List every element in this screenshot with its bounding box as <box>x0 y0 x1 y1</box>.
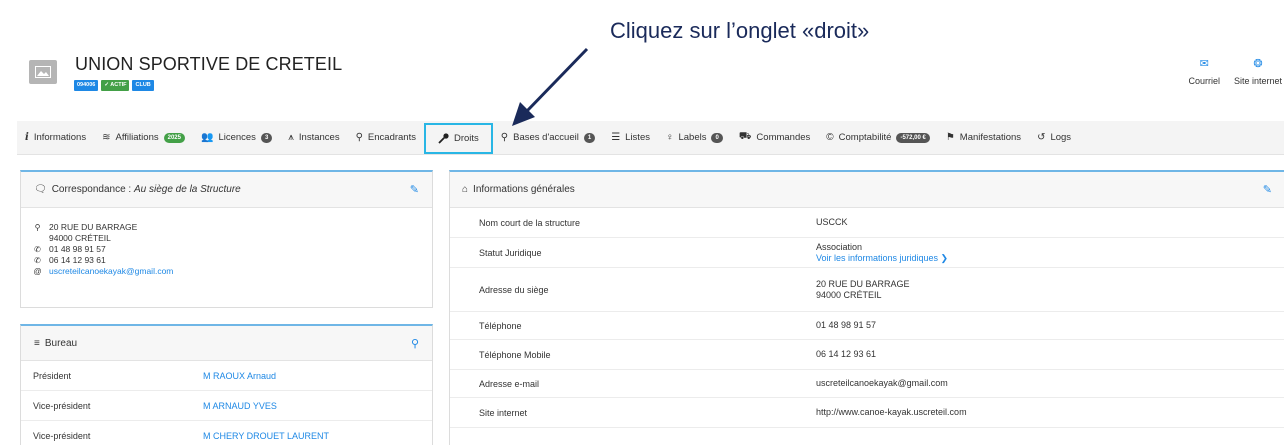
count-badge: 3 <box>260 132 273 143</box>
tab-bar: i Informations ≋ Affiliations 2025 👥 Lic… <box>17 121 1284 155</box>
bureau-panel: ≡ Bureau ⚲ Président M RAOUX Arnaud Vice… <box>20 324 433 445</box>
general-info-title: Informations générales <box>473 184 575 195</box>
map-pin-icon: ⚲ <box>500 132 509 143</box>
location-icon: ⚲ <box>34 223 41 232</box>
bureau-title: Bureau <box>44 337 78 349</box>
table-row: Nom court de la structure USCCK <box>450 208 1284 238</box>
cart-icon: ⛟ <box>738 131 752 142</box>
count-badge: -572,00 € <box>896 132 930 143</box>
table-row: Adresse e-mail uscreteilcanoekayak@gmail… <box>450 370 1284 398</box>
chat-icon: 🗨 <box>34 184 47 195</box>
status-badge: ✓ ACTIF <box>101 80 130 91</box>
email-action-button[interactable]: ✉ Courriel <box>1188 58 1220 86</box>
copyright-icon: © <box>826 132 834 143</box>
label-pin-icon: ♀ <box>665 132 674 143</box>
count-badge: 0 <box>711 132 723 143</box>
page-header: UNION SPORTIVE DE CRETEIL 094006 ✓ ACTIF… <box>0 0 1284 112</box>
layers-icon: ≋ <box>102 132 111 143</box>
type-badge: CLUB <box>132 80 154 91</box>
table-row: Adresse du siège 20 RUE DU BARRAGE 94000… <box>450 268 1284 312</box>
flag-icon: ⚑ <box>945 132 955 143</box>
table-row: Vice-président M ARNAUD YVES <box>21 391 432 421</box>
address-row: ⚲ 20 RUE DU BARRAGE 94000 CRÉTEIL <box>34 222 138 243</box>
users-icon: 👥 <box>200 132 214 143</box>
table-row: Vice-président M CHERY DROUET LAURENT <box>21 421 432 445</box>
key-icon <box>438 132 449 144</box>
tab-licences[interactable]: 👥 Licences 3 <box>193 121 280 155</box>
tab-commandes[interactable]: ⛟ Commandes <box>731 121 818 155</box>
tab-comptabilite[interactable]: © Comptabilité -572,00 € <box>818 121 938 155</box>
tab-labels[interactable]: ♀ Labels 0 <box>658 121 731 155</box>
page-title: UNION SPORTIVE DE CRETEIL <box>75 54 343 74</box>
tab-logs[interactable]: ↺ Logs <box>1029 121 1079 155</box>
info-icon: i <box>25 132 29 143</box>
tab-instances[interactable]: ⩚ Instances <box>280 121 347 155</box>
envelope-icon: ✉ <box>1199 58 1209 70</box>
phone-row: ✆ 01 48 98 91 57 <box>34 244 106 254</box>
tab-droits[interactable]: Droits <box>423 122 493 154</box>
home-icon: ⌂ <box>462 184 469 195</box>
history-icon: ↺ <box>1037 132 1046 143</box>
structure-logo-placeholder <box>29 60 57 84</box>
website-action-button[interactable]: ❂ Site internet <box>1234 58 1282 86</box>
user-tie-icon: ⚲ <box>355 132 363 143</box>
table-row: Président M RAOUX Arnaud <box>21 361 432 391</box>
image-icon <box>35 66 51 78</box>
email-row: @ uscreteilcanoekayak@gmail.com <box>33 266 420 277</box>
table-row: Téléphone 01 48 98 91 57 <box>450 312 1284 340</box>
hierarchy-icon: ⩚ <box>288 132 294 143</box>
table-row: Téléphone Mobile 06 14 12 93 61 <box>450 340 1284 370</box>
tab-affiliations[interactable]: ≋ Affiliations 2025 <box>94 121 193 155</box>
table-row: Statut Juridique Association Voir les in… <box>450 238 1284 268</box>
edit-icon[interactable]: ✎ <box>410 183 419 196</box>
correspondance-title: Correspondance : Au siège de la Structur… <box>51 184 241 195</box>
globe-icon: ❂ <box>1253 58 1263 70</box>
at-icon: @ <box>33 267 42 276</box>
mobile-row: ✆ 06 14 12 93 61 <box>34 255 106 265</box>
edit-icon[interactable]: ✎ <box>1263 183 1272 196</box>
count-badge: 2025 <box>163 132 185 143</box>
general-info-panel: ⌂ Informations générales ✎ Nom court de … <box>449 170 1284 445</box>
tab-manifestations[interactable]: ⚑ Manifestations <box>938 121 1029 155</box>
phone-icon: ✆ <box>34 245 41 254</box>
website-link[interactable]: http://www.canoe-kayak.uscreteil.com <box>816 407 967 418</box>
tab-listes[interactable]: ☰ Listes <box>603 121 658 155</box>
email-link[interactable]: uscreteilcanoekayak@gmail.com <box>49 266 173 277</box>
instruction-annotation: Cliquez sur l’onglet «droit» <box>610 18 870 43</box>
structure-code-badge: 094006 <box>74 80 99 91</box>
phone-icon: ✆ <box>34 256 41 265</box>
badge-group: 094006 ✓ ACTIF CLUB <box>74 80 154 91</box>
count-badge: 1 <box>583 132 596 143</box>
table-row: Site internet http://www.canoe-kayak.usc… <box>450 398 1284 428</box>
tab-encadrants[interactable]: ⚲ Encadrants <box>348 121 424 155</box>
legal-info-link[interactable]: Voir les informations juridiques ❯ <box>816 253 948 264</box>
tab-bases-accueil[interactable]: ⚲ Bases d'accueil 1 <box>493 121 603 155</box>
correspondance-panel: 🗨 Correspondance : Au siège de la Struct… <box>20 170 433 308</box>
list-icon: ≡ <box>34 337 40 349</box>
tab-informations[interactable]: i Informations <box>17 121 94 155</box>
email-link[interactable]: uscreteilcanoekayak@gmail.com <box>816 378 948 389</box>
search-icon[interactable]: ⚲ <box>411 337 419 350</box>
list-icon: ☰ <box>611 132 621 143</box>
